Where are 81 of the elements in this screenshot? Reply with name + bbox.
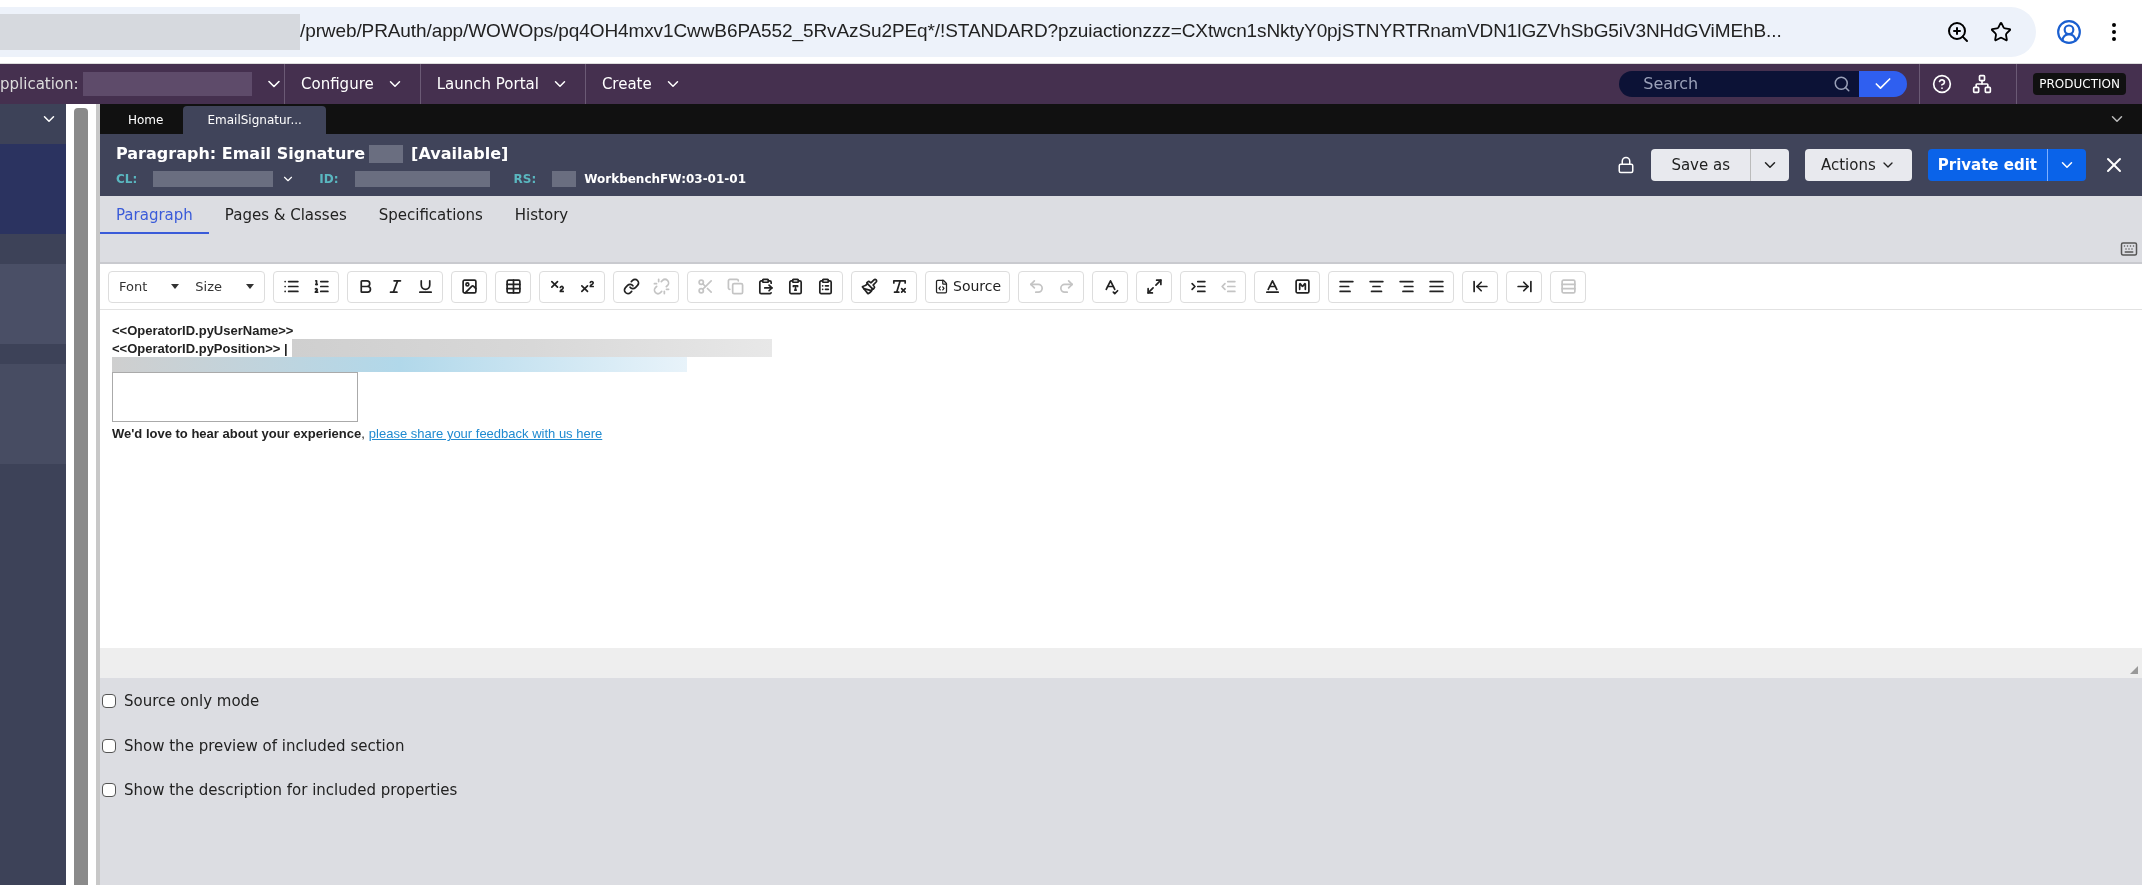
numbered-list-icon <box>312 278 330 295</box>
help-icon[interactable] <box>1932 74 1953 94</box>
editor-text: <<OperatorID.pyUserName>> <box>112 322 295 339</box>
insert-after-icon <box>1515 278 1533 295</box>
tab[interactable]: History <box>498 198 585 234</box>
keyboard-icon[interactable] <box>2120 240 2138 258</box>
blocks-icon <box>1559 278 1577 295</box>
clipboard-list-icon <box>816 278 834 295</box>
ruleset-version: WorkbenchFW:03-01-01 <box>584 171 746 188</box>
dropdown-arrow-icon <box>171 284 180 289</box>
search-field[interactable]: Search <box>1619 71 1860 97</box>
underline-icon <box>416 278 434 295</box>
maximize-icon <box>1145 278 1163 295</box>
paintbrush-icon <box>860 278 878 295</box>
source-button[interactable]: Source <box>928 271 1008 302</box>
tab[interactable]: Paragraph <box>100 198 209 234</box>
source-icon <box>934 279 949 294</box>
clipboard-icon <box>756 278 774 295</box>
rule-title: Paragraph: Email Signature <box>116 143 366 165</box>
undo-icon <box>1027 278 1045 295</box>
redacted-block <box>369 145 404 163</box>
star-icon[interactable] <box>1990 20 2012 43</box>
tab[interactable]: Pages & Classes <box>208 198 363 234</box>
checkbox-label: Source only mode <box>124 691 260 712</box>
clipboard-text-icon <box>786 278 804 295</box>
superscript-icon <box>578 278 596 295</box>
search-submit-button[interactable] <box>1859 71 1908 97</box>
url-text: /prweb/PRAuth/app/WOWOps/pq4OH4mxv1CwwB6PA552_5RvAzSu2PEq*/!STANDARD?pzuiactionzzz=CXtwcn1sNktyY0pjSTNYRTRnamVDN1lGZVhSbG5iV3NHdGViMEhB... <box>300 19 1782 44</box>
image-icon <box>460 278 478 295</box>
align-left-icon <box>1337 278 1355 295</box>
bullets-icon <box>282 278 300 295</box>
unlink-icon <box>652 278 670 295</box>
zoom-icon[interactable] <box>1946 19 1970 44</box>
redo-icon <box>1057 278 1075 295</box>
checkbox[interactable] <box>102 783 116 798</box>
address-bar[interactable]: /prweb/PRAuth/app/WOWOps/pq4OH4mxv1CwwB6PA552_5RvAzSu2PEq*/!STANDARD?pzuiactionzzz=CXtwcn1sNktyY0pjSTNYRTRnamVDN1lGZVhSbG5iV3NHdGViMEhB... <box>0 6 2036 57</box>
tab[interactable]: Specifications <box>362 198 499 234</box>
redacted-block <box>552 171 577 187</box>
editor-text: , <box>361 425 365 443</box>
save-as-button[interactable]: Save as <box>1651 149 1751 181</box>
scrollbar[interactable] <box>66 104 96 885</box>
field-label: RS: <box>513 171 537 188</box>
scissors-icon <box>696 278 714 295</box>
feedback-link[interactable]: please share your feedback with us here <box>368 424 603 444</box>
outdent-icon <box>1219 278 1237 295</box>
checkbox-label: Show the description for included properties <box>124 780 458 801</box>
hierarchy-icon[interactable] <box>1972 74 1993 94</box>
clear-format-icon <box>890 278 908 295</box>
checkbox-label: Show the preview of included section <box>124 735 405 757</box>
document-tab[interactable]: EmailSignatur... <box>183 106 326 134</box>
checkbox[interactable] <box>102 694 116 709</box>
background-color-icon <box>1293 278 1311 295</box>
checkbox[interactable] <box>102 738 116 753</box>
indent-icon <box>1189 278 1207 295</box>
dropdown-arrow-icon <box>246 284 254 289</box>
menu-button[interactable]: Create <box>585 64 698 104</box>
insert-before-icon <box>1471 278 1489 295</box>
toolbar-dropdown[interactable]: Size <box>187 271 262 302</box>
link-icon <box>622 278 640 295</box>
toolbar-dropdown[interactable]: Font <box>111 271 188 302</box>
rule-status: [Available] <box>411 143 509 165</box>
subscript-icon <box>548 278 566 295</box>
private-edit-button[interactable]: Private edit <box>1927 149 2048 181</box>
document-tab[interactable]: Home <box>108 106 184 134</box>
environment-badge: PRODUCTION <box>2033 73 2126 95</box>
search-icon[interactable] <box>1833 75 1852 93</box>
profile-icon[interactable] <box>2056 18 2082 45</box>
resize-handle-icon[interactable] <box>2130 666 2138 674</box>
field-label: ID: <box>319 171 339 188</box>
align-right-icon <box>1397 278 1415 295</box>
table-icon <box>504 278 522 295</box>
text-color-icon <box>1263 278 1281 295</box>
actions-button[interactable]: Actions <box>1804 149 1912 181</box>
copy-icon <box>726 278 744 295</box>
field-label: CL: <box>116 171 138 188</box>
justify-icon <box>1427 278 1445 295</box>
application-label: pplication: <box>0 73 79 95</box>
align-center-icon <box>1367 278 1385 295</box>
search-input[interactable]: Search <box>1643 72 1834 96</box>
editor-text: <<OperatorID.pyPosition>> | <box>112 339 288 357</box>
lock-icon <box>1617 156 1636 174</box>
